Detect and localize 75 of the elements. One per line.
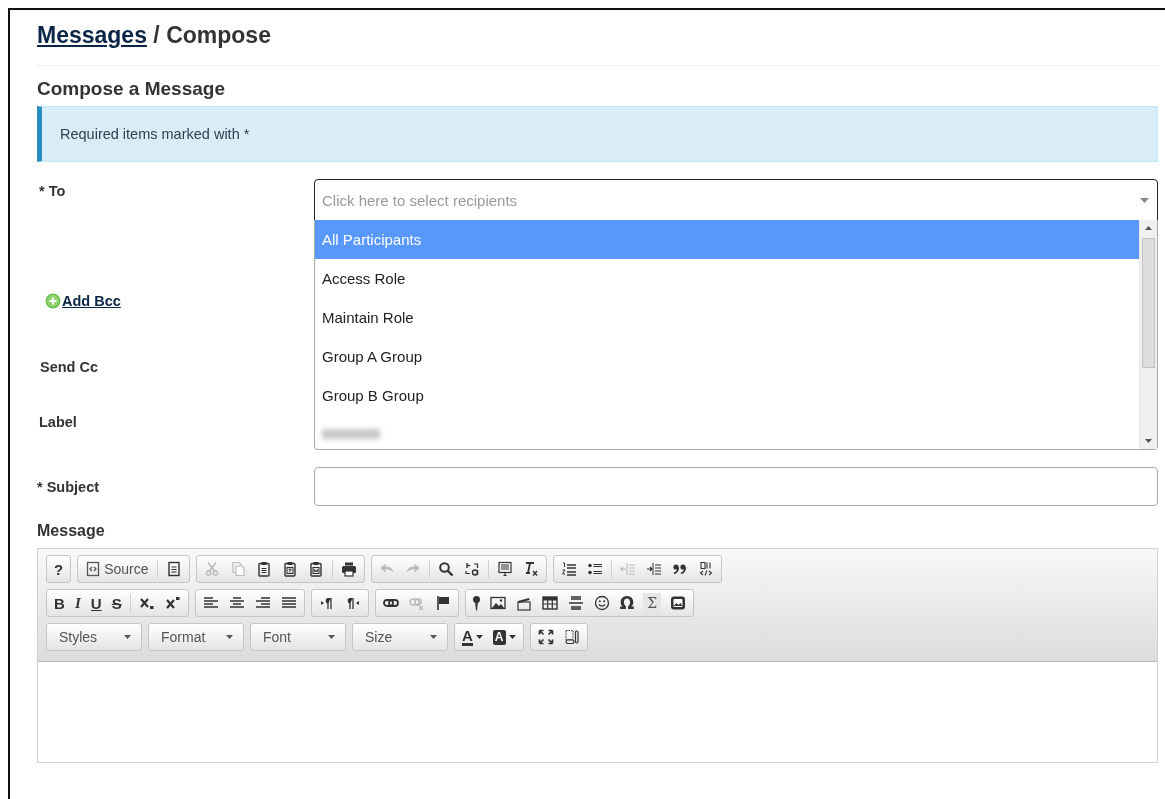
add-circle-icon: [45, 293, 61, 309]
toolbar-dropdown[interactable]: Size: [355, 625, 445, 649]
source-button[interactable]: Source: [80, 557, 154, 581]
smiley-icon: [593, 595, 610, 611]
document-icon: [165, 561, 182, 577]
toolbar-dropdown[interactable]: Format: [151, 625, 241, 649]
caret-icon: [475, 635, 483, 639]
clipboard-icon: [255, 561, 272, 577]
code-block-icon: [697, 561, 714, 577]
bulleted-list-icon: [586, 561, 603, 577]
caret-icon: [508, 635, 516, 639]
scrollbar-thumb[interactable]: [1142, 238, 1155, 368]
superscript-icon: [164, 595, 181, 611]
underline-button[interactable]: U: [85, 591, 107, 615]
align-right-icon: [254, 595, 271, 611]
horizontal-rule-icon: [567, 595, 584, 611]
clapperboard-icon: [515, 595, 532, 611]
caret-icon: [430, 635, 437, 639]
clipboard-icon: [307, 561, 324, 577]
special-character-button[interactable]: Ω: [614, 591, 640, 615]
caret-icon: [124, 635, 131, 639]
clipboard-icon: [281, 561, 298, 577]
field-label: Message: [37, 522, 106, 540]
subject-field[interactable]: [314, 467, 1158, 506]
page-title: / Compose: [153, 22, 271, 48]
outdent-icon: [619, 561, 636, 577]
field-label: * Subject: [37, 478, 100, 495]
pin-icon: [472, 595, 480, 611]
italic-button[interactable]: I: [69, 591, 86, 615]
add-bcc-link[interactable]: Add Bcc: [62, 293, 121, 309]
justify-icon: [280, 595, 297, 611]
table-icon: [541, 595, 558, 611]
dropdown-option[interactable]: Group B Group: [315, 376, 1139, 415]
caret-icon: [328, 635, 335, 639]
help-button[interactable]: ?: [49, 557, 69, 581]
indent-icon: [645, 561, 662, 577]
dropdown-option[interactable]: Group A Group: [315, 337, 1139, 376]
blurred-text: [322, 429, 380, 440]
field-label: Label: [39, 414, 77, 430]
scrollbar[interactable]: [1139, 220, 1157, 449]
recipients-field[interactable]: Click here to select recipients: [314, 179, 1158, 221]
maximize-icon: [537, 629, 554, 645]
image-icon: [489, 595, 506, 611]
copy-icon: [229, 561, 246, 577]
caret-icon: [1140, 198, 1149, 203]
info-alert: Required items marked with *: [37, 106, 1158, 162]
section-heading: Compose a Message: [37, 78, 226, 100]
paragraph-right-icon: [318, 595, 335, 611]
frame-icon: [670, 595, 687, 611]
broken-link-icon: [408, 595, 425, 611]
toolbar-dropdown[interactable]: Styles: [49, 625, 139, 649]
align-center-icon: [228, 595, 245, 611]
dropdown-option[interactable]: Maintain Role: [315, 298, 1139, 337]
blocks-icon: [563, 629, 580, 645]
field-label: * To: [38, 182, 67, 201]
field-label: Send Cc: [40, 358, 98, 375]
strikethrough-button[interactable]: S: [106, 591, 127, 615]
math-button[interactable]: Σ: [643, 593, 662, 613]
numbered-list-icon: [560, 561, 577, 577]
caret-icon: [226, 635, 233, 639]
scroll-down-icon: [1145, 439, 1152, 443]
toolbar-dropdown[interactable]: Font: [253, 625, 343, 649]
align-left-icon: [202, 595, 219, 611]
text-color-button[interactable]: A: [457, 625, 488, 649]
flag-icon: [434, 595, 451, 611]
printer-icon: [340, 561, 357, 577]
bold-button[interactable]: B: [49, 591, 70, 615]
scroll-up-icon: [1145, 226, 1152, 230]
search-icon: [437, 561, 454, 577]
quote-icon: [671, 561, 688, 577]
messages-link[interactable]: Messages: [37, 22, 147, 48]
background-color-button[interactable]: A: [487, 625, 521, 649]
dropdown-option[interactable]: Access Role: [315, 259, 1139, 298]
scissors-icon: [203, 561, 220, 577]
code-document-icon: [85, 561, 102, 577]
